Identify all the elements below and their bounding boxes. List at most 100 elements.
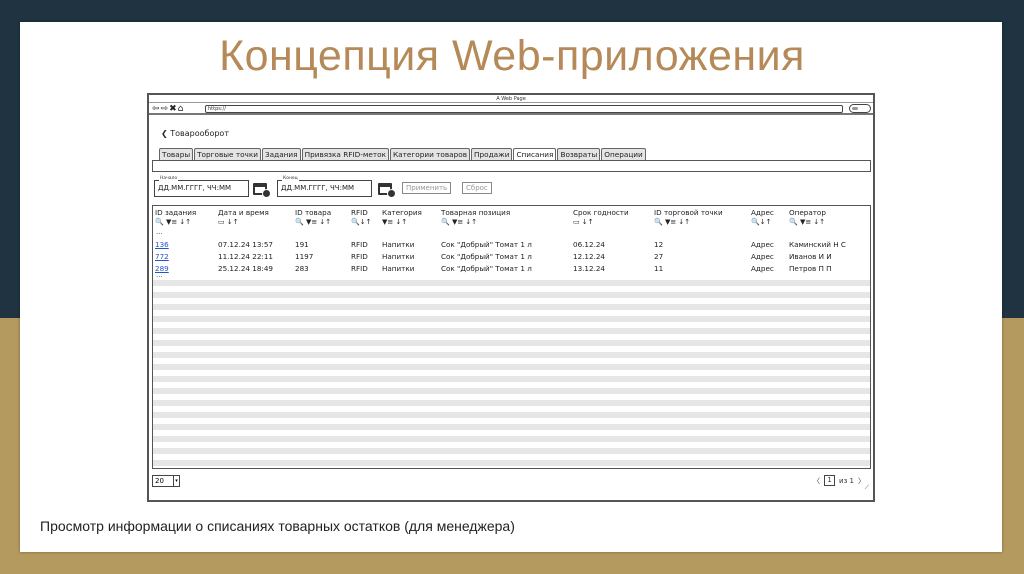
row-stripe: [153, 448, 870, 454]
tab-8[interactable]: Операции: [601, 148, 646, 160]
cell-product: Сок "Добрый" Томат 1 л: [441, 240, 532, 249]
page-total: из 1: [839, 476, 854, 485]
column-header-store-id[interactable]: ID торговой точки: [654, 208, 723, 217]
cell-store-id: 11: [654, 264, 664, 273]
breadcrumb[interactable]: ❮ Товарооборот: [161, 129, 229, 138]
top-ellipsis: ...: [156, 228, 163, 236]
column-controls-datetime[interactable]: ▭ ↓↑: [218, 218, 239, 226]
prev-page-icon[interactable]: 〈: [813, 476, 820, 486]
cell-category: Напитки: [382, 240, 415, 249]
tab-1[interactable]: Торговые точки: [194, 148, 261, 160]
resize-handle-icon[interactable]: ⟋: [865, 484, 869, 492]
tab-5[interactable]: Продажи: [471, 148, 513, 160]
nav-buttons[interactable]: ⇦⇨✖⌂: [152, 104, 184, 114]
cell-rfid: RFID: [351, 264, 368, 273]
end-date-group: Конец ДД.ММ.ГГГГ, ЧЧ:ММ: [277, 176, 372, 197]
tab-bar: Товары Торговые точки Задания Привязка RFID…: [159, 148, 647, 161]
row-stripe: [153, 280, 870, 286]
pager: 〈 1 из 1 〉: [813, 475, 865, 486]
row-stripe: [153, 388, 870, 394]
row-stripe: [153, 340, 870, 346]
cell-datetime: 11.12.24 22:11: [218, 252, 274, 261]
cell-expiry: 12.12.24: [573, 252, 606, 261]
current-page-input[interactable]: 1: [824, 475, 836, 486]
column-controls-address[interactable]: 🔍↓↑: [751, 218, 771, 226]
breadcrumb-label[interactable]: Товарооборот: [170, 129, 229, 138]
column-header-id[interactable]: ID задания: [155, 208, 196, 217]
row-stripe: [153, 376, 870, 382]
row-stripe: [153, 424, 870, 430]
cell-category: Напитки: [382, 252, 415, 261]
calendar-clock-icon[interactable]: [253, 181, 271, 198]
browser-window-mockup: A Web Page ⇦⇨✖⌂ https:// ❮ Товарооборот …: [147, 93, 875, 502]
cell-rfid: RFID: [351, 252, 368, 261]
cell-store-id: 27: [654, 252, 664, 261]
cell-product-id: 191: [295, 240, 309, 249]
task-id-link[interactable]: 772: [155, 252, 169, 261]
column-header-rfid[interactable]: RFID: [351, 208, 368, 217]
row-stripe: [153, 292, 870, 298]
cell-product: Сок "Добрый" Томат 1 л: [441, 252, 532, 261]
slide-caption: Просмотр информации о списаниях товарных…: [40, 518, 515, 534]
cell-datetime: 25.12.24 18:49: [218, 264, 274, 273]
tab-3[interactable]: Привязка RFID-меток: [301, 148, 389, 160]
row-stripe: [153, 316, 870, 322]
calendar-clock-icon[interactable]: [378, 181, 396, 198]
row-stripe: [153, 400, 870, 406]
tab-panel-strip: [152, 160, 871, 172]
chevron-down-icon[interactable]: ▾: [173, 476, 179, 486]
task-id-link[interactable]: 289: [155, 264, 169, 273]
cell-expiry: 13.12.24: [573, 264, 606, 273]
column-controls-rfid[interactable]: 🔍↓↑: [351, 218, 371, 226]
tab-4[interactable]: Категории товаров: [390, 148, 471, 160]
row-stripe: [153, 364, 870, 370]
page-size-value: 20: [155, 477, 164, 485]
start-date-group: Начало ДД.ММ.ГГГГ, ЧЧ:ММ: [154, 176, 249, 197]
column-header-operator[interactable]: Оператор: [789, 208, 826, 217]
column-header-datetime[interactable]: Дата и время: [218, 208, 269, 217]
cell-rfid: RFID: [351, 240, 368, 249]
column-controls-category[interactable]: ▼≡ ↓↑: [382, 218, 407, 226]
column-controls-id[interactable]: 🔍 ▼≡ ↓↑: [155, 218, 191, 226]
row-stripe: [153, 436, 870, 442]
cell-datetime: 07.12.24 13:57: [218, 240, 274, 249]
tab-2[interactable]: Задания: [262, 148, 301, 160]
apply-button[interactable]: Применить: [402, 182, 452, 194]
page-size-select[interactable]: 20 ▾: [152, 475, 180, 487]
column-header-category[interactable]: Категория: [382, 208, 422, 217]
reset-button[interactable]: Сброс: [462, 182, 492, 194]
row-stripe: [153, 304, 870, 310]
cell-product-id: 1197: [295, 252, 314, 261]
cell-operator: Каминский Н С: [789, 240, 846, 249]
column-controls-expiry[interactable]: ▭ ↓↑: [573, 218, 594, 226]
column-header-product-id[interactable]: ID товара: [295, 208, 331, 217]
column-header-product[interactable]: Товарная позиция: [441, 208, 510, 217]
url-input[interactable]: https://: [205, 105, 843, 113]
cell-product: Сок "Добрый" Томат 1 л: [441, 264, 532, 273]
cell-address: Адрес: [751, 252, 774, 261]
start-date-input[interactable]: ДД.ММ.ГГГГ, ЧЧ:ММ: [154, 180, 249, 197]
address-bar-row: ⇦⇨✖⌂ https://: [149, 103, 873, 115]
column-controls-operator[interactable]: 🔍 ▼≡ ↓↑: [789, 218, 825, 226]
browser-search-icon[interactable]: [849, 104, 871, 113]
column-controls-store-id[interactable]: 🔍 ▼≡ ↓↑: [654, 218, 690, 226]
cell-address: Адрес: [751, 240, 774, 249]
end-date-input[interactable]: ДД.ММ.ГГГГ, ЧЧ:ММ: [277, 180, 372, 197]
column-controls-product[interactable]: 🔍 ▼≡ ↓↑: [441, 218, 477, 226]
column-header-expiry[interactable]: Срок годности: [573, 208, 629, 217]
window-title: A Web Page: [149, 95, 873, 103]
cell-category: Напитки: [382, 264, 415, 273]
tab-0[interactable]: Товары: [159, 148, 194, 160]
start-date-label: Начало: [159, 176, 179, 181]
row-stripe: [153, 352, 870, 358]
task-id-link[interactable]: 136: [155, 240, 169, 249]
chevron-left-icon[interactable]: ❮: [161, 129, 168, 138]
cell-product-id: 283: [295, 264, 309, 273]
column-controls-product-id[interactable]: 🔍 ▼≡ ↓↑: [295, 218, 331, 226]
row-stripe: [153, 412, 870, 418]
cell-store-id: 12: [654, 240, 664, 249]
column-header-address[interactable]: Адрес: [751, 208, 774, 217]
tab-7[interactable]: Возвраты: [557, 148, 601, 160]
end-date-label: Конец: [282, 176, 299, 181]
cell-address: Адрес: [751, 264, 774, 273]
